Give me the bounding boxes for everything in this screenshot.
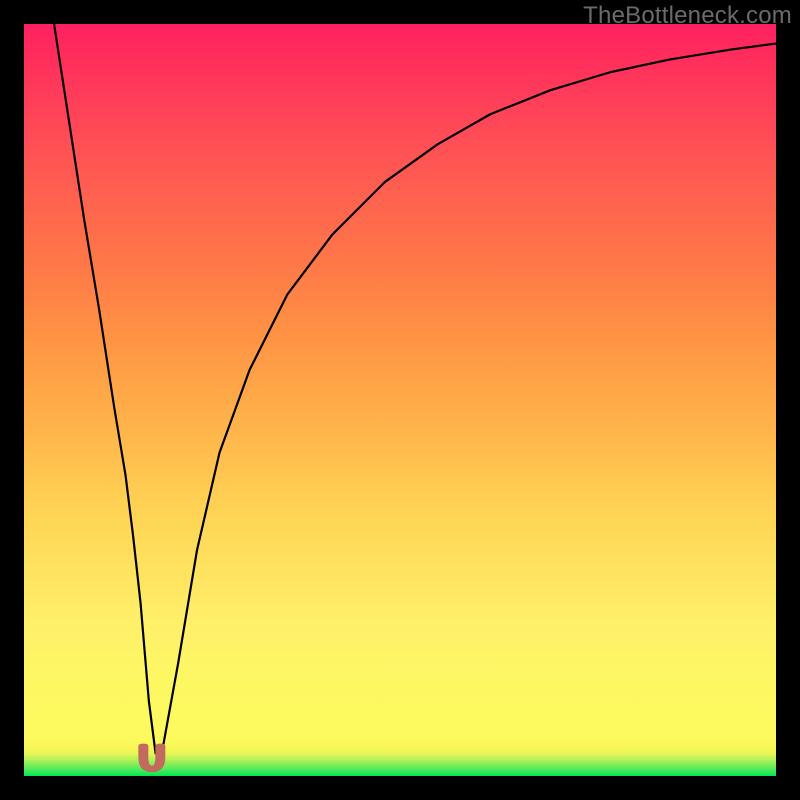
plot-area (24, 24, 776, 776)
cusp-marker (24, 24, 776, 776)
chart-frame: TheBottleneck.com (0, 0, 800, 800)
watermark-label: TheBottleneck.com (583, 2, 792, 30)
